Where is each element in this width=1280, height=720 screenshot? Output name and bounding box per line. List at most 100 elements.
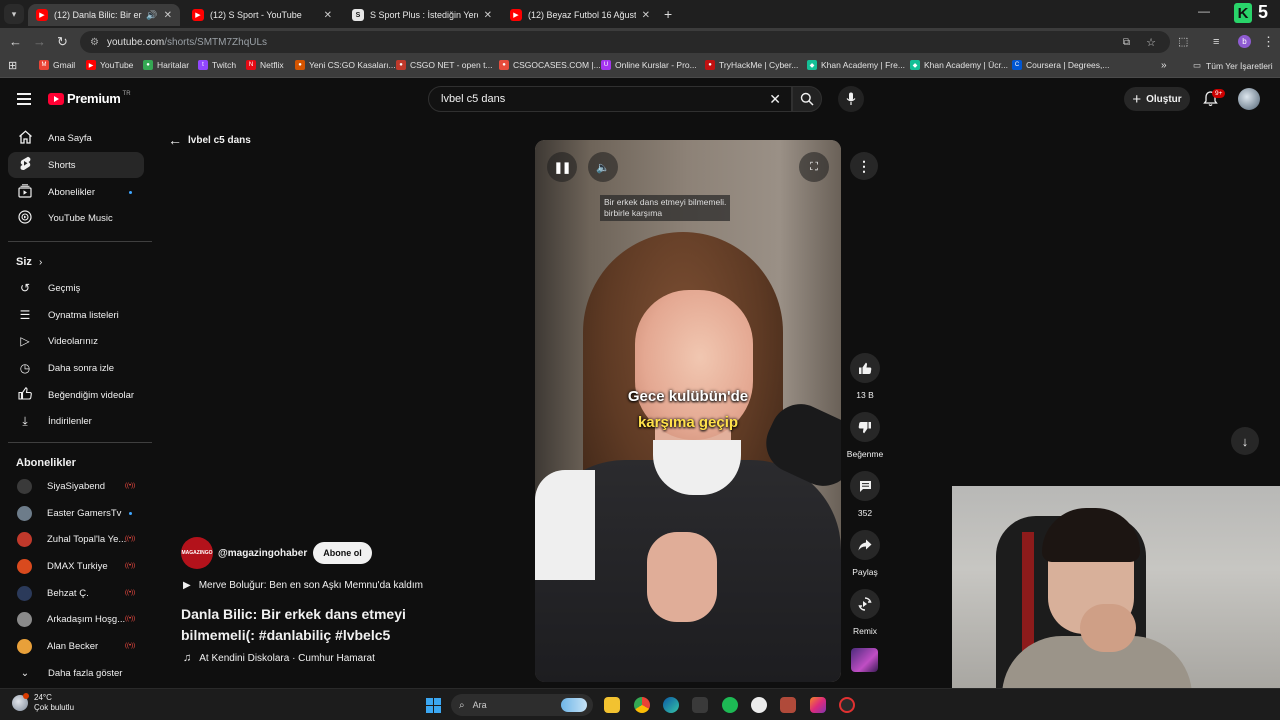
bookmark-item[interactable]: ● CSGOCASES.COM |... xyxy=(499,60,601,70)
bookmark-star-icon[interactable]: ☆ xyxy=(1146,36,1156,49)
sound-link[interactable]: ♫ At Kendini Diskolara · Cumhur Hamarat xyxy=(183,652,375,664)
chrome-icon[interactable] xyxy=(634,697,650,713)
browser-menu-icon[interactable]: ⋮ xyxy=(1262,34,1275,50)
related-video-link[interactable]: ▶ Merve Boluğur: Ben en son Aşkı Memnu'd… xyxy=(183,580,423,591)
sidebar-item-downloads[interactable]: ⤓ İndirilenler xyxy=(8,408,144,434)
minimize-icon[interactable]: — xyxy=(1198,4,1210,18)
fullscreen-button[interactable]: ⛶ xyxy=(799,152,829,182)
instagram-icon[interactable] xyxy=(810,697,826,713)
sidebar-item-shorts[interactable]: Shorts xyxy=(8,152,144,178)
next-short-button[interactable]: ↓ xyxy=(1231,427,1259,455)
live-icon: ((•)) xyxy=(125,616,136,622)
remix-button[interactable]: Remix xyxy=(842,589,888,636)
spotify-icon[interactable] xyxy=(722,697,738,713)
browser-tab[interactable]: ▶ (12) Beyaz Futbol 16 Ağustos 2 ✕ xyxy=(502,4,658,26)
sidebar-item-playlists[interactable]: ☰ Oynatma listeleri xyxy=(8,302,144,328)
browser-tab[interactable]: ▶ (12) S Sport - YouTube ✕ xyxy=(184,4,340,26)
bookmark-item[interactable]: U Online Kurslar - Pro... xyxy=(601,60,697,70)
more-options-button[interactable]: ⋮ xyxy=(850,152,878,180)
sound-thumbnail[interactable] xyxy=(851,648,878,672)
sidebar-item-subscriptions[interactable]: Abonelikler xyxy=(8,179,144,205)
reload-icon[interactable]: ↻ xyxy=(57,34,68,50)
sidebar-item-liked-videos[interactable]: Beğendiğim videolar xyxy=(8,382,144,408)
like-button[interactable]: 13 B xyxy=(842,353,888,400)
subscription-item[interactable]: Easter GamersTv xyxy=(8,500,144,526)
bookmark-item[interactable]: ◆ Khan Academy | Fre... xyxy=(807,60,905,70)
speaker-icon[interactable]: 🔊 xyxy=(146,10,157,21)
sidebar-item-your-videos[interactable]: ▷ Videolarınız xyxy=(8,328,144,354)
bookmark-item[interactable]: ● Yeni CS:GO Kasaları... xyxy=(295,60,396,70)
sidebar-item-youtube-music[interactable]: YouTube Music xyxy=(8,205,144,231)
create-button[interactable]: + Oluştur xyxy=(1124,87,1190,111)
site-info-icon[interactable]: ⚙ xyxy=(90,37,99,48)
close-tab-icon[interactable]: ✕ xyxy=(324,10,332,21)
profile-avatar[interactable]: b xyxy=(1238,35,1251,48)
subscription-item[interactable]: Behzat Ç. xyxy=(8,580,144,606)
short-video-player[interactable]: Bir erkek dans etmeyi bilmemeli. birbirl… xyxy=(535,140,841,682)
search-input[interactable]: lvbel c5 dans ✕ xyxy=(428,86,792,112)
bookmark-item[interactable]: M Gmail xyxy=(39,60,75,70)
new-tab-button[interactable]: + xyxy=(664,6,672,22)
sidebar-item-watch-later[interactable]: ◷ Daha sonra izle xyxy=(8,355,144,381)
weather-widget[interactable]: 24°C Çok bulutlu xyxy=(12,693,74,713)
close-tab-icon[interactable]: ✕ xyxy=(164,10,172,21)
back-arrow-icon[interactable]: ← xyxy=(9,34,22,50)
subscription-item[interactable]: Zuhal Topal'la Ye... xyxy=(8,526,144,552)
subscribe-button[interactable]: Abone ol xyxy=(313,542,372,564)
volume-button[interactable]: 🔈 xyxy=(588,152,618,182)
subscription-item[interactable]: SiyaSiyabend xyxy=(8,473,144,499)
extensions-icon[interactable]: ⬚ xyxy=(1178,34,1188,50)
bookmark-item[interactable]: ▶ YouTube xyxy=(86,60,133,70)
app-icon[interactable] xyxy=(780,697,796,713)
account-avatar[interactable] xyxy=(1238,88,1260,110)
bookmark-item[interactable]: ● CSGO NET - open t... xyxy=(396,60,493,70)
channel-avatar[interactable]: MAGAZINGO xyxy=(181,537,213,569)
edge-icon[interactable] xyxy=(663,697,679,713)
subscription-item[interactable]: Arkadaşım Hoşg... xyxy=(8,606,144,632)
more-bookmarks-icon[interactable]: » xyxy=(1161,60,1167,71)
browser-tab-active[interactable]: ▶ (12) Danla Bilic: Bir erkek dans etmey… xyxy=(28,4,180,26)
dislike-button[interactable]: Beğenme xyxy=(842,412,888,459)
bookmark-item[interactable]: ● TryHackMe | Cyber... xyxy=(705,60,798,70)
menu-icon[interactable] xyxy=(17,93,31,108)
channel-handle[interactable]: @magazingohaber xyxy=(218,548,307,559)
windows-start-icon[interactable] xyxy=(426,698,441,713)
sidebar-item-label: Ana Sayfa xyxy=(48,132,92,144)
bookmark-item[interactable]: t Twitch xyxy=(198,60,236,70)
sidebar-item-history[interactable]: ↺ Geçmiş xyxy=(8,275,144,301)
steam-icon[interactable] xyxy=(839,697,855,713)
sidebar-item-home[interactable]: Ana Sayfa xyxy=(8,125,144,151)
share-button[interactable]: Paylaş xyxy=(842,530,888,577)
youtube-logo[interactable]: Premium TR xyxy=(48,91,131,106)
close-tab-icon[interactable]: ✕ xyxy=(642,10,650,21)
bookmark-item[interactable]: ● Haritalar xyxy=(143,60,189,70)
forward-arrow-icon[interactable]: → xyxy=(33,34,46,50)
back-to-search-button[interactable]: ← lvbel c5 dans xyxy=(168,132,251,148)
chatgpt-icon[interactable] xyxy=(751,697,767,713)
pause-button[interactable]: ❚❚ xyxy=(547,152,577,182)
bookmark-item[interactable]: ◆ Khan Academy | Ücr... xyxy=(910,60,1008,70)
address-bar[interactable]: ⚙ youtube.com/shorts/SMTM7ZhqULs ⧉ ☆ xyxy=(80,31,1170,53)
media-controls-icon[interactable]: ≡ xyxy=(1213,34,1219,50)
subscription-item[interactable]: Alan Becker xyxy=(8,633,144,659)
bookmark-item[interactable]: N Netflix xyxy=(246,60,284,70)
comments-button[interactable]: 352 xyxy=(842,471,888,518)
bookmark-item[interactable]: C Coursera | Degrees,... xyxy=(1012,60,1109,70)
microsoft-store-icon[interactable] xyxy=(692,697,708,713)
download-icon: ⤓ xyxy=(22,413,28,428)
all-bookmarks-folder[interactable]: ▭ Tüm Yer İşaretleri xyxy=(1193,60,1273,71)
dislike-label: Beğenme xyxy=(846,449,884,459)
taskbar-search[interactable]: ⌕ Ara xyxy=(451,694,593,716)
browser-tab[interactable]: S S Sport Plus : İstediğin Yerde ve ✕ xyxy=(344,4,500,26)
file-explorer-icon[interactable] xyxy=(604,697,620,713)
subscription-item[interactable]: DMAX Turkiye xyxy=(8,553,144,579)
close-tab-icon[interactable]: ✕ xyxy=(484,10,492,21)
clear-search-icon[interactable]: ✕ xyxy=(769,91,781,108)
tab-search-button[interactable]: ▾ xyxy=(4,4,24,24)
show-more-button[interactable]: ⌄ Daha fazla göster xyxy=(8,660,144,686)
apps-grid-icon[interactable]: ⊞ xyxy=(8,59,17,72)
search-button[interactable] xyxy=(792,86,822,112)
you-section-heading[interactable]: Siz › xyxy=(16,256,42,268)
cast-icon[interactable]: ⧉ xyxy=(1123,37,1130,48)
voice-search-button[interactable] xyxy=(838,86,864,112)
